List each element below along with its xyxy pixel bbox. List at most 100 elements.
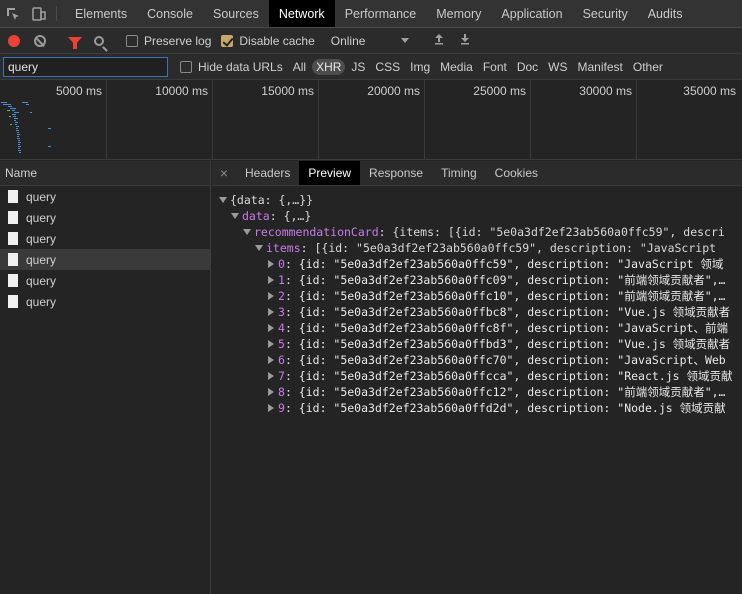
tab-elements[interactable]: Elements [65, 0, 137, 27]
collapsed-triangle-icon[interactable] [268, 404, 274, 412]
filter-type-font[interactable]: Font [479, 59, 511, 75]
tab-sources[interactable]: Sources [203, 0, 269, 27]
filter-bar: Hide data URLs All XHR JS CSS Img Media … [0, 54, 742, 80]
json-item-node[interactable]: 2: {id: "5e0a3df2ef23ab560a0ffc10", desc… [212, 288, 742, 304]
timeline-overview[interactable]: 5000 ms 10000 ms 15000 ms 20000 ms 25000… [0, 80, 742, 160]
json-recommendation-card-node[interactable]: recommendationCard: {items: [{id: "5e0a3… [212, 224, 742, 240]
tab-preview[interactable]: Preview [299, 161, 361, 185]
filter-type-js[interactable]: JS [347, 59, 369, 75]
overview-gridline [530, 80, 531, 160]
close-icon[interactable]: × [212, 161, 236, 185]
collapsed-triangle-icon[interactable] [268, 324, 274, 332]
tab-cookies[interactable]: Cookies [486, 161, 547, 185]
document-icon [8, 211, 18, 224]
collapsed-triangle-icon[interactable] [268, 292, 274, 300]
collapsed-triangle-icon[interactable] [268, 260, 274, 268]
collapsed-triangle-icon[interactable] [268, 388, 274, 396]
tab-memory[interactable]: Memory [426, 0, 491, 27]
overview-tick-label: 10000 ms [155, 84, 208, 98]
filter-type-xhr[interactable]: XHR [312, 58, 346, 75]
expand-triangle-icon[interactable] [255, 245, 263, 251]
filter-type-all[interactable]: All [289, 59, 310, 75]
tab-bar-divider [56, 6, 57, 21]
filter-type-css[interactable]: CSS [371, 59, 404, 75]
collapsed-triangle-icon[interactable] [268, 276, 274, 284]
json-preview-tree: {data: {,…}} data: {,…} recommendationCa… [212, 186, 742, 416]
document-icon [8, 190, 18, 203]
expand-triangle-icon[interactable] [231, 213, 239, 219]
json-item-node[interactable]: 7: {id: "5e0a3df2ef23ab560a0ffcca", desc… [212, 368, 742, 384]
tab-console[interactable]: Console [137, 0, 203, 27]
overview-tick-label: 25000 ms [473, 84, 526, 98]
tab-application[interactable]: Application [491, 0, 572, 27]
json-items-node[interactable]: items: [{id: "5e0a3df2ef23ab560a0ffc59",… [212, 240, 742, 256]
overview-tick-label: 15000 ms [261, 84, 314, 98]
request-detail-panel: × Headers Preview Response Timing Cookie… [212, 161, 742, 594]
hide-data-urls-label: Hide data URLs [198, 59, 283, 74]
request-list: Name query query query query query query [0, 161, 211, 594]
tab-timing[interactable]: Timing [432, 161, 486, 185]
tab-security[interactable]: Security [573, 0, 638, 27]
hide-data-urls-checkbox[interactable] [180, 60, 192, 73]
name-column-header[interactable]: Name [0, 161, 210, 186]
chevron-down-icon[interactable] [400, 38, 409, 43]
json-item-node[interactable]: 5: {id: "5e0a3df2ef23ab560a0ffbd3", desc… [212, 336, 742, 352]
tab-audits[interactable]: Audits [638, 0, 693, 27]
request-row-selected[interactable]: query [0, 249, 210, 270]
throttling-select[interactable]: Online [331, 34, 401, 48]
json-item-node[interactable]: 4: {id: "5e0a3df2ef23ab560a0ffc8f", desc… [212, 320, 742, 336]
expand-triangle-icon[interactable] [243, 229, 251, 235]
search-icon[interactable] [94, 35, 104, 46]
overview-gridline [212, 80, 213, 160]
filter-type-img[interactable]: Img [406, 59, 434, 75]
document-icon [8, 295, 18, 308]
overview-tick-label: 20000 ms [367, 84, 420, 98]
json-item-node[interactable]: 6: {id: "5e0a3df2ef23ab560a0ffc70", desc… [212, 352, 742, 368]
detail-tab-bar: × Headers Preview Response Timing Cookie… [212, 161, 742, 186]
tab-performance[interactable]: Performance [335, 0, 427, 27]
clear-icon[interactable] [34, 34, 46, 47]
tab-network[interactable]: Network [268, 0, 335, 27]
overview-gridline [106, 80, 107, 160]
overview-gridline [424, 80, 425, 160]
export-har-icon[interactable] [459, 33, 471, 48]
request-row[interactable]: query [0, 207, 210, 228]
filter-type-doc[interactable]: Doc [513, 59, 542, 75]
document-icon [8, 253, 18, 266]
collapsed-triangle-icon[interactable] [268, 372, 274, 380]
expand-triangle-icon[interactable] [219, 197, 227, 203]
request-row[interactable]: query [0, 291, 210, 312]
overview-gridline [318, 80, 319, 160]
tab-response[interactable]: Response [360, 161, 432, 185]
record-button[interactable] [8, 34, 20, 47]
filter-icon[interactable] [68, 36, 82, 49]
json-item-node[interactable]: 1: {id: "5e0a3df2ef23ab560a0ffc09", desc… [212, 272, 742, 288]
disable-cache-checkbox[interactable] [221, 34, 234, 47]
json-item-node[interactable]: 9: {id: "5e0a3df2ef23ab560a0ffd2d", desc… [212, 400, 742, 416]
preserve-log-checkbox[interactable] [126, 34, 138, 47]
collapsed-triangle-icon[interactable] [268, 308, 274, 316]
inspect-element-icon[interactable] [0, 0, 26, 27]
json-item-node[interactable]: 0: {id: "5e0a3df2ef23ab560a0ffc59", desc… [212, 256, 742, 272]
json-data-node[interactable]: data: {,…} [212, 208, 742, 224]
filter-type-other[interactable]: Other [629, 59, 667, 75]
json-item-node[interactable]: 8: {id: "5e0a3df2ef23ab560a0ffc12", desc… [212, 384, 742, 400]
filter-type-ws[interactable]: WS [544, 59, 571, 75]
device-toolbar-icon[interactable] [26, 0, 52, 27]
collapsed-triangle-icon[interactable] [268, 340, 274, 348]
json-root-node[interactable]: {data: {,…}} [212, 192, 742, 208]
import-har-icon[interactable] [433, 33, 445, 48]
disable-cache-label: Disable cache [239, 33, 315, 48]
filter-type-manifest[interactable]: Manifest [574, 59, 627, 75]
json-item-node[interactable]: 3: {id: "5e0a3df2ef23ab560a0ffbc8", desc… [212, 304, 742, 320]
overview-waterfall-graphic [1, 102, 51, 153]
request-name: query [26, 252, 57, 267]
overview-gridline [636, 80, 637, 160]
tab-headers[interactable]: Headers [236, 161, 299, 185]
filter-input[interactable] [3, 56, 168, 77]
request-row[interactable]: query [0, 228, 210, 249]
request-row[interactable]: query [0, 186, 210, 207]
filter-type-media[interactable]: Media [436, 59, 477, 75]
collapsed-triangle-icon[interactable] [268, 356, 274, 364]
request-row[interactable]: query [0, 270, 210, 291]
